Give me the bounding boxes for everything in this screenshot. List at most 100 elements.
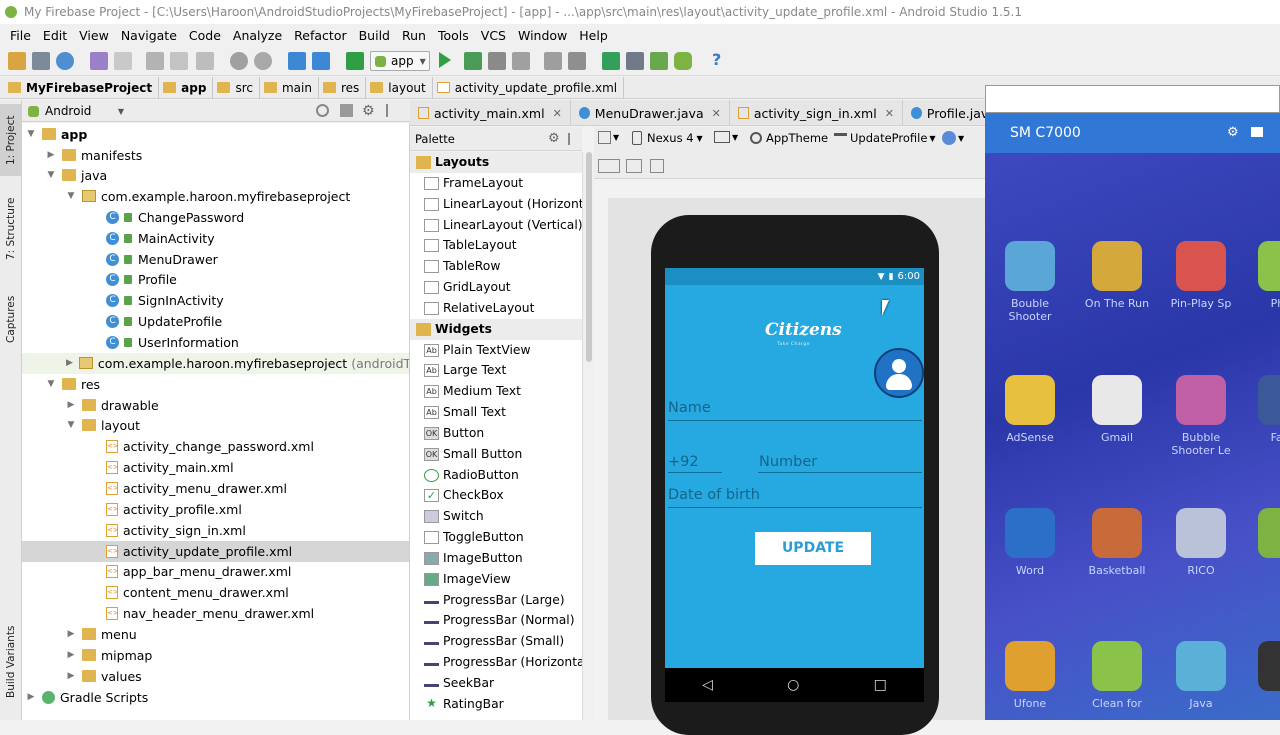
find-icon[interactable] [230,52,248,70]
tree-item-gradle-scripts[interactable]: ▶ Gradle Scripts [22,687,409,708]
tab-activity-main[interactable]: activity_main.xml ✕ [410,100,571,126]
forward-icon[interactable] [312,52,330,70]
palette-item[interactable]: TableRow [410,256,582,277]
palette-item[interactable]: Switch [410,506,582,527]
menu-edit[interactable]: Edit [37,28,73,43]
palette-item[interactable]: ImageView [410,569,582,590]
phone-screen-preview[interactable]: ▼ ▮ 6:00 Citizens Take Charge Name +92 Num… [665,268,924,702]
tree-item-xml[interactable]: <> nav_header_menu_drawer.xml [22,603,409,624]
avd-manager-icon[interactable] [626,52,644,70]
palette-item[interactable]: ✓ CheckBox [410,485,582,506]
build-variants-tool-tab[interactable]: Build Variants [0,612,22,712]
gear-icon[interactable]: ⚙ [362,103,375,119]
tree-item-drawable[interactable]: ▶ drawable [22,395,409,416]
tree-item-mipmap[interactable]: ▶ mipmap [22,645,409,666]
tree-item-xml[interactable]: <> activity_profile.xml [22,499,409,520]
palette-item[interactable]: TableLayout [410,235,582,256]
captures-tool-tab[interactable]: Captures [0,284,22,354]
tree-item-xml[interactable]: <> activity_main.xml [22,457,409,478]
collapse-all-icon[interactable] [340,104,353,117]
tree-item-app[interactable]: ▼ app [22,124,409,145]
tree-item-signinactivity[interactable]: C SignInActivity [22,290,409,311]
app-pin-play[interactable]: Pin-Play Sp [1161,241,1241,310]
palette-category-widgets[interactable]: Widgets [410,319,582,340]
menu-tools[interactable]: Tools [432,28,475,43]
menu-window[interactable]: Window [512,28,573,43]
number-field[interactable]: Number [759,454,817,470]
menu-view[interactable]: View [73,28,115,43]
target-icon[interactable] [316,104,329,117]
make-project-icon[interactable] [346,52,364,70]
scrollbar-thumb[interactable] [586,152,592,362]
app-java[interactable]: Java [1161,641,1241,710]
menu-file[interactable]: File [4,28,37,43]
close-icon[interactable]: ✕ [885,107,894,120]
tab-menudrawer[interactable]: MenuDrawer.java ✕ [571,100,730,126]
sdk-manager-icon[interactable] [650,52,668,70]
country-code-field[interactable]: +92 [668,454,699,470]
tree-item-layout[interactable]: ▼ layout [22,415,409,436]
back-icon[interactable] [288,52,306,70]
crumb-project[interactable]: MyFirebaseProject [4,76,160,99]
palette-item[interactable]: RadioButton [410,465,582,486]
zoom-fit-icon[interactable] [598,159,620,173]
menu-build[interactable]: Build [353,28,396,43]
home-nav-icon[interactable]: ○ [787,677,799,693]
palette-item[interactable]: ToggleButton [410,527,582,548]
tree-item-java[interactable]: ▼ java [22,165,409,186]
menu-help[interactable]: Help [573,28,614,43]
close-icon[interactable]: ✕ [553,107,562,120]
app-rico[interactable]: RICO [1161,508,1241,577]
tree-item-mainactivity[interactable]: C MainActivity [22,228,409,249]
tree-item-xml[interactable]: <> content_menu_drawer.xml [22,582,409,603]
back-nav-icon[interactable]: ◁ [702,677,713,693]
app-basketball[interactable]: Basketball [1077,508,1157,577]
tree-item-manifests[interactable]: ▶ manifests [22,145,409,166]
palette-item[interactable]: OK Small Button [410,444,582,465]
project-structure-icon[interactable] [544,52,562,70]
help-icon[interactable]: ? [712,50,721,69]
app-adsense[interactable]: AdSense [990,375,1070,444]
palette-item[interactable]: SeekBar [410,673,582,694]
menu-navigate[interactable]: Navigate [115,28,183,43]
crumb-layout[interactable]: layout [366,76,433,99]
paste-icon[interactable] [196,52,214,70]
recents-nav-icon[interactable]: □ [874,677,887,693]
app-unknown-2[interactable] [1243,641,1280,697]
menu-run[interactable]: Run [396,28,432,43]
activity-select[interactable]: UpdateProfile ▼ [834,131,936,145]
palette-item[interactable]: Ab Plain TextView [410,340,582,361]
settings-icon[interactable] [568,52,586,70]
tree-item-xml[interactable]: <> activity_sign_in.xml [22,520,409,541]
app-ufone[interactable]: Ufone [990,641,1070,710]
tree-item-xml[interactable]: <> activity_menu_drawer.xml [22,478,409,499]
run-icon[interactable] [439,52,451,68]
tree-item-test-package[interactable]: ▶ com.example.haroon.myfirebaseproject (a… [22,353,409,374]
sync-icon[interactable] [56,52,74,70]
project-tool-tab[interactable]: 1: Project [0,104,22,176]
palette-item[interactable]: GridLayout [410,277,582,298]
name-field[interactable]: Name [668,400,711,416]
tree-item-menudrawer[interactable]: C MenuDrawer [22,249,409,270]
update-button[interactable]: UPDATE [755,532,871,565]
tree-item-xml[interactable]: <> app_bar_menu_drawer.xml [22,561,409,582]
app-gmail[interactable]: Gmail [1077,375,1157,444]
app-on-the-run[interactable]: On The Run [1077,241,1157,310]
record-icon[interactable] [1251,127,1263,137]
app-bubble-shooter-le[interactable]: Bubble Shooter Le [1161,375,1241,457]
crumb-app[interactable]: app [159,76,214,99]
palette-item[interactable]: RelativeLayout [410,298,582,319]
palette-item[interactable]: Ab Large Text [410,360,582,381]
stop-icon[interactable] [512,52,530,70]
replace-icon[interactable] [254,52,272,70]
hide-panel-icon[interactable] [568,133,578,145]
crumb-res[interactable]: res [319,76,367,99]
crumb-main[interactable]: main [260,76,319,99]
expand-horizontal-icon[interactable] [626,159,642,173]
palette-item[interactable]: Ab Small Text [410,402,582,423]
design-mode-button[interactable]: ▼ [598,131,619,144]
menu-refactor[interactable]: Refactor [288,28,352,43]
tab-activity-sign-in[interactable]: activity_sign_in.xml ✕ [730,100,903,126]
palette-item[interactable]: ProgressBar (Small) [410,631,582,652]
palette-item[interactable]: LinearLayout (Vertical) [410,215,582,236]
